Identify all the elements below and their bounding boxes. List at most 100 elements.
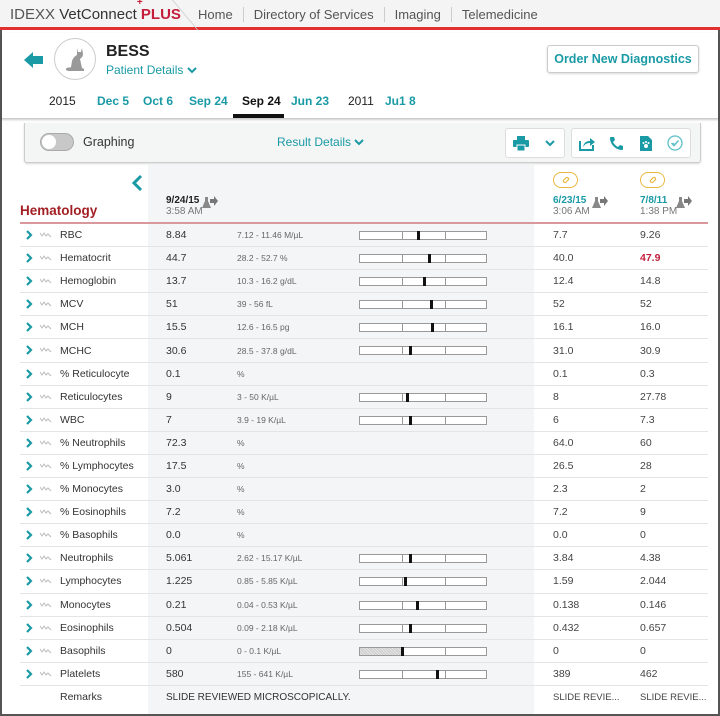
expand-row-button[interactable] — [26, 276, 33, 289]
mark-reviewed-button[interactable] — [664, 131, 688, 155]
result-row[interactable]: Monocytes 0.21 0.04 - 0.53 K/µL 0.138 0.146 — [20, 594, 708, 617]
nav-home[interactable]: Home — [188, 7, 243, 22]
result-row[interactable]: MCV 51 39 - 56 fL 52 52 — [20, 293, 708, 317]
result-row[interactable]: % Monocytes 3.0% 2.3 2 — [20, 478, 708, 502]
result-row[interactable]: Reticulocytes 9 3 - 50 K/µL 8 27.78 — [20, 386, 708, 409]
result-row[interactable]: % Lymphocytes 17.5% 26.5 28 — [20, 455, 708, 479]
expand-row-button[interactable] — [26, 669, 33, 682]
result-row[interactable]: WBC 7 3.9 - 19 K/µL 6 7.3 — [20, 409, 708, 432]
test-value: 13.7 — [166, 275, 187, 288]
expand-row-button[interactable] — [26, 530, 33, 543]
timeline-date-jun-23[interactable]: Jun 23 — [291, 94, 329, 108]
previous-column-header-1[interactable]: 6/23/15 3:06 AM — [553, 195, 590, 217]
result-row[interactable]: % Neutrophils 72.3% 64.0 60 — [20, 432, 708, 455]
expand-row-button[interactable] — [26, 507, 33, 520]
pet-report-button[interactable] — [634, 131, 658, 155]
trend-sparkline-icon — [39, 324, 52, 330]
expand-row-button[interactable] — [26, 599, 33, 613]
expand-row-button[interactable] — [26, 391, 33, 405]
result-row[interactable]: Lymphocytes 1.225 0.85 - 5.85 K/µL 1.59 2.04… — [20, 570, 708, 594]
nav-imaging[interactable]: Imaging — [383, 7, 451, 22]
patient-details-dropdown[interactable]: Patient Details — [106, 63, 197, 77]
expand-row-button[interactable] — [26, 461, 33, 474]
expand-row-button[interactable] — [26, 322, 33, 335]
trend-graph-button[interactable] — [39, 484, 52, 496]
result-details-dropdown[interactable]: Result Details — [277, 135, 365, 149]
trend-graph-button[interactable] — [39, 461, 52, 473]
reference-range-bar — [359, 669, 487, 679]
trend-graph-button[interactable] — [39, 646, 52, 658]
expand-row-button[interactable] — [26, 438, 33, 451]
expand-row-button[interactable] — [26, 345, 33, 358]
trend-graph-button[interactable] — [39, 507, 52, 519]
print-options-button[interactable] — [538, 131, 561, 155]
trend-graph-button[interactable] — [39, 415, 52, 427]
result-row[interactable]: % Eosinophils 7.2% 7.2 9 — [20, 501, 708, 525]
expand-row-button[interactable] — [26, 299, 33, 312]
result-row[interactable]: Hemoglobin 13.7 10.3 - 16.2 g/dL 12.4 14.8 — [20, 270, 708, 294]
trend-graph-button[interactable] — [39, 623, 52, 635]
expand-row-button[interactable] — [26, 645, 33, 659]
trend-graph-button[interactable] — [39, 230, 52, 242]
trend-graph-button[interactable] — [39, 369, 52, 381]
result-row[interactable]: MCH 15.5 12.6 - 16.5 pg 16.1 16.0 — [20, 316, 708, 340]
range-low-divider — [402, 624, 403, 632]
trend-graph-button[interactable] — [39, 299, 52, 311]
result-row[interactable]: Basophils 0 0 - 0.1 K/µL 0 0 — [20, 640, 708, 663]
nav-telemedicine[interactable]: Telemedicine — [450, 7, 548, 22]
timeline-date-selected[interactable]: Sep 24 — [242, 94, 281, 108]
previous-remarks-2[interactable]: SLIDE REVIE... — [640, 692, 707, 703]
linked-result-badge[interactable] — [640, 172, 665, 188]
trend-graph-button[interactable] — [39, 600, 52, 612]
result-row[interactable]: Hematocrit 44.7 28.2 - 52.7 % 40.0 47.9 — [20, 247, 708, 271]
trend-graph-button[interactable] — [39, 322, 52, 334]
back-arrow-icon[interactable] — [24, 51, 44, 69]
trend-graph-button[interactable] — [39, 553, 52, 565]
trend-graph-button[interactable] — [39, 669, 52, 681]
range-high-divider — [445, 232, 446, 239]
result-row[interactable]: % Basophils 0.0% 0.0 0 — [20, 524, 708, 548]
collapse-columns-chevron-icon[interactable] — [131, 174, 143, 192]
trend-graph-button[interactable] — [39, 345, 52, 357]
expand-chevron-icon — [26, 368, 33, 379]
lab-transfer-icon[interactable] — [202, 196, 218, 210]
expand-row-button[interactable] — [26, 230, 33, 243]
lab-transfer-icon[interactable] — [676, 196, 692, 210]
timeline-date-oct-6[interactable]: Oct 6 — [143, 94, 173, 108]
trend-graph-button[interactable] — [39, 530, 52, 542]
print-button[interactable] — [509, 131, 532, 155]
expand-row-button[interactable] — [26, 553, 33, 566]
expand-row-button[interactable] — [26, 414, 33, 428]
order-new-diagnostics-button[interactable]: Order New Diagnostics — [547, 45, 699, 73]
result-row[interactable]: Platelets 580 155 - 641 K/µL 389 462 — [20, 663, 708, 686]
timeline-date-jul-8[interactable]: Ju1 8 — [385, 94, 416, 108]
expand-row-button[interactable] — [26, 253, 33, 266]
reference-range-bar — [359, 554, 487, 564]
previous-remarks-1[interactable]: SLIDE REVIE... — [553, 692, 620, 703]
nav-directory-of-services[interactable]: Directory of Services — [242, 7, 384, 22]
result-row[interactable]: Neutrophils 5.061 2.62 - 15.17 K/µL 3.84 4.3… — [20, 547, 708, 571]
expand-row-button[interactable] — [26, 484, 33, 497]
result-row[interactable]: % Reticulocyte 0.1% 0.1 0.3 — [20, 363, 708, 386]
lab-transfer-icon[interactable] — [592, 196, 608, 210]
graphing-toggle[interactable] — [40, 133, 74, 151]
result-row[interactable]: RBC 8.84 7.12 - 11.46 M/µL 7.7 9.26 — [20, 224, 708, 248]
trend-graph-button[interactable] — [39, 276, 52, 288]
reference-range: 2.62 - 15.17 K/µL — [237, 553, 303, 564]
previous-column-header-2[interactable]: 7/8/11 1:38 PM — [640, 195, 677, 217]
timeline-date-dec-5[interactable]: Dec 5 — [97, 94, 129, 108]
share-button[interactable] — [575, 131, 599, 155]
expand-row-button[interactable] — [26, 576, 33, 589]
trend-graph-button[interactable] — [39, 253, 52, 265]
trend-graph-button[interactable] — [39, 576, 52, 588]
linked-result-badge[interactable] — [553, 172, 578, 188]
trend-sparkline-icon — [39, 232, 52, 238]
trend-graph-button[interactable] — [39, 438, 52, 450]
result-row[interactable]: MCHC 30.6 28.5 - 37.8 g/dL 31.0 30.9 — [20, 339, 708, 363]
expand-row-button[interactable] — [26, 622, 33, 636]
expand-row-button[interactable] — [26, 368, 33, 382]
trend-graph-button[interactable] — [39, 392, 52, 404]
call-button[interactable] — [605, 131, 629, 155]
timeline-date-sep-24[interactable]: Sep 24 — [189, 94, 228, 108]
result-row[interactable]: Eosinophils 0.504 0.09 - 2.18 K/µL 0.432 0.6… — [20, 617, 708, 640]
